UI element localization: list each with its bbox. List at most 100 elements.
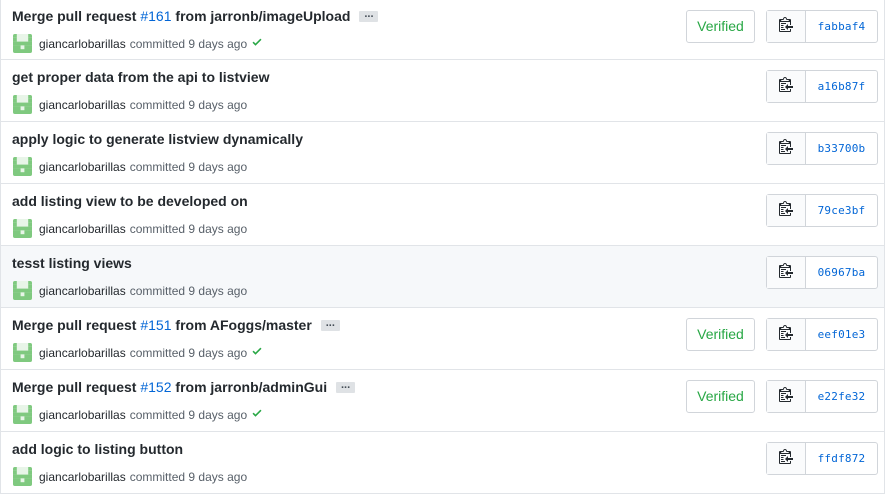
committed-time: committed 9 days ago (129, 36, 248, 51)
identicon-avatar-icon[interactable] (13, 219, 32, 238)
clippy-copy-icon (779, 386, 793, 407)
identicon-avatar-icon[interactable] (13, 95, 32, 114)
verified-badge[interactable]: Verified (686, 380, 755, 413)
pull-request-link[interactable]: #161 (140, 8, 171, 24)
author-link[interactable]: giancarlobarillas (39, 470, 126, 484)
author-link[interactable]: giancarlobarillas (39, 408, 126, 422)
commit-message-link[interactable]: Merge pull request (12, 8, 140, 24)
copy-sha-button[interactable] (767, 195, 806, 226)
commit-sha-link[interactable]: 06967ba (806, 257, 877, 288)
clippy-copy-icon (779, 200, 793, 221)
clippy-copy-icon (779, 262, 793, 283)
copy-sha-button[interactable] (767, 133, 806, 164)
check-icon[interactable] (251, 36, 263, 51)
author-link[interactable]: giancarlobarillas (39, 37, 126, 51)
commit-sha-link[interactable]: a16b87f (806, 71, 877, 102)
committed-time: committed 9 days ago (129, 345, 248, 360)
commit-row: Merge pull request #151 from AFoggs/mast… (1, 308, 884, 370)
commit-meta: giancarlobarillas committed 9 days ago (13, 157, 247, 176)
author-link[interactable]: giancarlobarillas (39, 346, 126, 360)
commit-title: apply logic to generate listview dynamic… (12, 131, 303, 147)
commit-row: get proper data from the api to listview… (1, 60, 884, 122)
commit-list: Merge pull request #161 from jarronb/ima… (0, 0, 885, 494)
committed-time: committed 9 days ago (129, 469, 248, 484)
commit-message-link[interactable]: get proper data from the api to listview (12, 69, 269, 85)
commit-meta: giancarlobarillas committed 9 days ago (13, 343, 263, 362)
identicon-avatar-icon[interactable] (13, 34, 32, 53)
commit-title: Merge pull request #152 from jarronb/adm… (12, 379, 356, 395)
sha-button-group: eef01e3 (766, 318, 878, 351)
verified-badge[interactable]: Verified (686, 10, 755, 43)
pull-request-link[interactable]: #152 (140, 379, 171, 395)
sha-button-group: 79ce3bf (766, 194, 878, 227)
identicon-avatar-icon[interactable] (13, 405, 32, 424)
commit-sha-link[interactable]: fabbaf4 (806, 11, 877, 42)
identicon-avatar-icon[interactable] (13, 343, 32, 362)
sha-button-group: e22fe32 (766, 380, 878, 413)
commit-meta: giancarlobarillas committed 9 days ago (13, 219, 247, 238)
copy-sha-button[interactable] (767, 381, 806, 412)
committed-time: committed 9 days ago (129, 407, 248, 422)
commit-message-link[interactable]: from jarronb/adminGui (172, 379, 327, 395)
commit-message-link[interactable]: from AFoggs/master (172, 317, 311, 333)
identicon-avatar-icon[interactable] (13, 281, 32, 300)
expand-message-button[interactable]: ... (336, 379, 356, 393)
commit-title: get proper data from the api to listview (12, 69, 269, 85)
commit-message-link[interactable]: add logic to listing button (12, 441, 183, 457)
copy-sha-button[interactable] (767, 257, 806, 288)
committed-time: committed 9 days ago (129, 97, 248, 112)
commit-row: apply logic to generate listview dynamic… (1, 122, 884, 184)
sha-button-group: a16b87f (766, 70, 878, 103)
commit-title: tesst listing views (12, 255, 132, 271)
committed-time: committed 9 days ago (129, 283, 248, 298)
commit-sha-link[interactable]: ffdf872 (806, 443, 877, 474)
author-link[interactable]: giancarlobarillas (39, 222, 126, 236)
expand-message-button[interactable]: ... (359, 8, 379, 22)
identicon-avatar-icon[interactable] (13, 467, 32, 486)
commit-row: add logic to listing button giancarlobari… (1, 432, 884, 494)
committed-time: committed 9 days ago (129, 159, 248, 174)
commit-row: Merge pull request #152 from jarronb/adm… (1, 370, 884, 432)
commit-message-link[interactable]: Merge pull request (12, 379, 140, 395)
commit-message-link[interactable]: Merge pull request (12, 317, 140, 333)
copy-sha-button[interactable] (767, 71, 806, 102)
clippy-copy-icon (779, 76, 793, 97)
sha-button-group: ffdf872 (766, 442, 878, 475)
commit-message-link[interactable]: apply logic to generate listview dynamic… (12, 131, 303, 147)
commit-sha-link[interactable]: e22fe32 (806, 381, 877, 412)
commit-sha-link[interactable]: b33700b (806, 133, 877, 164)
author-link[interactable]: giancarlobarillas (39, 98, 126, 112)
commit-meta: giancarlobarillas committed 9 days ago (13, 281, 247, 300)
clippy-copy-icon (779, 324, 793, 345)
commit-meta: giancarlobarillas committed 9 days ago (13, 467, 247, 486)
copy-sha-button[interactable] (767, 319, 806, 350)
pull-request-link[interactable]: #151 (140, 317, 171, 333)
commit-meta: giancarlobarillas committed 9 days ago (13, 405, 263, 424)
copy-sha-button[interactable] (767, 11, 806, 42)
commit-title: add logic to listing button (12, 441, 183, 457)
check-icon[interactable] (251, 407, 263, 422)
sha-button-group: b33700b (766, 132, 878, 165)
commit-row: Merge pull request #161 from jarronb/ima… (1, 0, 884, 60)
commit-message-link[interactable]: tesst listing views (12, 255, 132, 271)
author-link[interactable]: giancarlobarillas (39, 160, 126, 174)
commit-title: Merge pull request #161 from jarronb/ima… (12, 8, 379, 24)
sha-button-group: fabbaf4 (766, 10, 878, 43)
commit-meta: giancarlobarillas committed 9 days ago (13, 95, 247, 114)
clippy-copy-icon (779, 16, 793, 37)
clippy-copy-icon (779, 448, 793, 469)
commit-message-link[interactable]: add listing view to be developed on (12, 193, 248, 209)
expand-message-button[interactable]: ... (320, 317, 340, 331)
commit-message-link[interactable]: from jarronb/imageUpload (172, 8, 350, 24)
commit-row: add listing view to be developed on gianc… (1, 184, 884, 246)
check-icon[interactable] (251, 345, 263, 360)
author-link[interactable]: giancarlobarillas (39, 284, 126, 298)
commit-meta: giancarlobarillas committed 9 days ago (13, 34, 263, 53)
commit-sha-link[interactable]: 79ce3bf (806, 195, 877, 226)
clippy-copy-icon (779, 138, 793, 159)
copy-sha-button[interactable] (767, 443, 806, 474)
commit-title: Merge pull request #151 from AFoggs/mast… (12, 317, 340, 333)
commit-sha-link[interactable]: eef01e3 (806, 319, 877, 350)
verified-badge[interactable]: Verified (686, 318, 755, 351)
identicon-avatar-icon[interactable] (13, 157, 32, 176)
